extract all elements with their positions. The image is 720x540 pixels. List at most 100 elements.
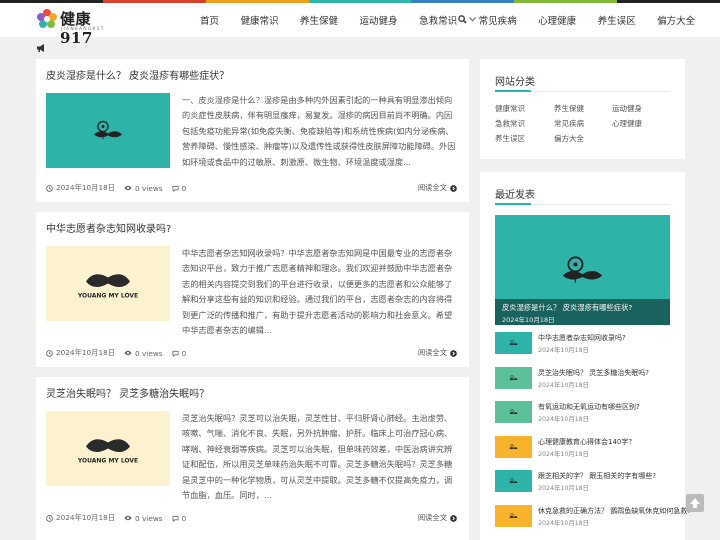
flower-logo-icon (37, 9, 57, 28)
categories-title: 网站分类 (495, 77, 535, 88)
recent-post-item[interactable]: 跟芝相关的字？ 跟玉相关的字有哪些? 2024年10月18日 (495, 470, 670, 494)
nav-item[interactable]: 首页 (200, 13, 219, 27)
site-header: 健康917 JIANKANG917 首页 健康常识 养生保健 运动健身 急救常识 常见疾病… (0, 3, 720, 47)
read-more-label: 阅读全文 (417, 513, 447, 522)
category-link[interactable]: 运动健身 (612, 103, 642, 114)
post-card: 皮炎湿疹是什么？ 皮炎湿疹有哪些症状？ 一、皮炎湿疹是什么？湿疹是由多种内外因素… (36, 59, 469, 202)
recent-post-thumbnail (495, 401, 532, 423)
recent-post-thumbnail (495, 366, 532, 389)
post-views: 0 views (135, 348, 163, 358)
nav-item[interactable]: 心理健康 (538, 13, 576, 27)
post-title[interactable]: 皮炎湿疹是什么？ 皮炎湿疹有哪些症状？ (46, 67, 229, 82)
recent-title: 最近发表 (495, 190, 535, 201)
post-date: 2024年10月18日 (56, 183, 116, 192)
featured-post[interactable]: 皮炎湿疹是什么？ 皮炎湿疹有哪些症状? 2024年10月18日 (495, 215, 670, 325)
recent-post-item[interactable]: 休克急救的正确方法？ 鹦鹉鱼缺氧休克如何急救? 2024年10月18日 (495, 504, 691, 529)
chevron-circle-right-icon (450, 184, 457, 192)
recent-post-date: 2024年10月18日 (538, 450, 589, 458)
recent-posts-widget: 最近发表 皮炎湿疹是什么？ 皮炎湿疹有哪些症状? 2024年10月18日 中华志… (480, 172, 691, 540)
post-meta: 2024年10月18日 0 views 0 (46, 183, 195, 193)
post-meta: 2024年10月18日 0 views 0 (46, 513, 195, 523)
post-views: 0 views (135, 513, 163, 523)
clock-icon (46, 184, 53, 192)
post-comments: 0 (181, 513, 187, 523)
category-link[interactable]: 养生误区 (495, 133, 525, 144)
svg-text:YOUANG MY LOVE: YOUANG MY LOVE (77, 293, 138, 300)
eye-icon (124, 185, 132, 191)
nav-item[interactable]: 急救常识 (419, 13, 457, 27)
recent-post-thumbnail (495, 435, 532, 458)
post-excerpt: 中华志愿者杂志知网收录吗？中华志愿者杂志知网是中国最专业的志愿者杂志知识平台，致… (182, 248, 453, 336)
recent-post-title: 跟芝相关的字？ 跟玉相关的字有哪些? (538, 472, 656, 480)
search-icon (458, 15, 467, 24)
recent-post-item[interactable]: 心理健康教育心得体会140字? 2024年10月18日 (495, 435, 670, 460)
recent-post-thumbnail (495, 470, 532, 492)
category-link[interactable]: 心理健康 (612, 118, 642, 129)
back-to-top-button[interactable] (686, 494, 704, 512)
read-more-label: 阅读全文 (417, 348, 447, 357)
recent-post-thumbnail (495, 332, 532, 354)
recent-post-item[interactable]: 有氧运动和无氧运动有哪些区别? 2024年10月18日 (495, 401, 670, 425)
category-link[interactable]: 急救常识 (495, 118, 525, 129)
nav-item[interactable]: 养生误区 (598, 13, 636, 27)
title-underline (495, 203, 531, 205)
recent-post-date: 2024年10月18日 (538, 485, 589, 492)
recent-post-title: 中华志愿者杂志知网收录吗? (538, 334, 626, 342)
recent-post-date: 2024年10月18日 (538, 347, 589, 354)
post-date: 2024年10月18日 (56, 348, 116, 357)
post-title[interactable]: 中华志愿者杂志知网收录吗? (46, 220, 171, 235)
chevron-circle-right-icon (450, 349, 457, 357)
read-more-link[interactable]: 阅读全文 (418, 348, 457, 358)
category-link[interactable]: 常见疾病 (554, 118, 584, 129)
clock-icon (46, 349, 53, 357)
category-link[interactable]: 养生保健 (554, 103, 584, 114)
svg-text:YOUANG MY LOVE: YOUANG MY LOVE (77, 458, 138, 465)
read-more-link[interactable]: 阅读全文 (418, 513, 457, 523)
post-comments: 0 (181, 183, 187, 193)
recent-post-title: 休克急救的正确方法？ 鹦鹉鱼缺氧休克如何急救? (538, 506, 691, 515)
nav-item[interactable]: 运动健身 (360, 13, 398, 27)
recent-post-thumbnail (495, 504, 532, 527)
nav-item[interactable]: 健康常识 (241, 13, 279, 27)
site-subtitle: JIANKANG917 (61, 27, 105, 32)
recent-post-date: 2024年10月18日 (538, 381, 589, 389)
post-thumbnail[interactable]: YOUANG MY LOVE (46, 246, 170, 321)
category-link[interactable]: 偏方大全 (554, 133, 584, 144)
recent-post-title: 灵芝治失眠吗？ 灵芝多糖治失眠吗? (538, 368, 649, 377)
post-card: 灵芝治失眠吗？ 灵芝多糖治失眠吗？ YOUANG MY LOVE 灵芝治失眠吗？… (36, 377, 469, 540)
chevron-down-icon (469, 17, 476, 22)
comment-icon (172, 515, 179, 522)
eye-icon (124, 515, 132, 521)
read-more-label: 阅读全文 (417, 183, 447, 192)
nav-item[interactable]: 偏方大全 (657, 13, 695, 27)
clock-icon (46, 514, 53, 522)
post-date: 2024年10月18日 (56, 513, 116, 522)
title-underline (495, 90, 531, 92)
chevron-circle-right-icon (450, 514, 457, 522)
post-meta: 2024年10月18日 0 views 0 (46, 348, 195, 358)
read-more-link[interactable]: 阅读全文 (418, 183, 457, 193)
post-excerpt: 灵芝治失眠吗？灵芝可以治失眠，灵芝性甘、平归肝肾心肺经。主治虚劳、咳嗽、气喘、消… (182, 413, 453, 501)
bullhorn-icon (37, 44, 44, 52)
post-card: 中华志愿者杂志知网收录吗? YOUANG MY LOVE 中华志愿者杂志知网收录… (36, 212, 469, 367)
nav-item[interactable]: 养生保健 (300, 13, 338, 27)
featured-date: 2024年10月18日 (502, 316, 555, 324)
post-views: 0 views (135, 183, 163, 193)
site-logo[interactable]: 健康917 JIANKANG917 (36, 7, 116, 47)
post-thumbnail[interactable] (46, 93, 170, 168)
post-excerpt: 一、皮炎湿疹是什么？湿疹是由多种内外因素引起的一种具有明显渗出倾向的炎症性皮肤病… (182, 95, 456, 167)
categories-widget: 网站分类 健康常识 养生保健 运动健身急救常识 常见疾病 心理健康养生误区 偏方大全 (480, 59, 685, 159)
featured-caption: 皮炎湿疹是什么？ 皮炎湿疹有哪些症状? 2024年10月18日 (495, 299, 670, 325)
comment-icon (172, 185, 179, 192)
post-title[interactable]: 灵芝治失眠吗？ 灵芝多糖治失眠吗？ (46, 385, 209, 400)
post-thumbnail[interactable]: YOUANG MY LOVE (46, 411, 170, 486)
arrow-up-icon (690, 498, 700, 508)
nav-item[interactable]: 常见疾病 (479, 13, 517, 27)
nav-search[interactable] (458, 14, 476, 26)
recent-post-item[interactable]: 中华志愿者杂志知网收录吗? 2024年10月18日 (495, 332, 670, 356)
recent-post-item[interactable]: 灵芝治失眠吗？ 灵芝多糖治失眠吗? 2024年10月18日 (495, 366, 670, 391)
recent-post-date: 2024年10月18日 (538, 416, 589, 423)
featured-title: 皮炎湿疹是什么？ 皮炎湿疹有哪些症状? (502, 303, 633, 312)
category-link[interactable]: 健康常识 (495, 103, 525, 114)
recent-post-date: 2024年10月18日 (538, 519, 589, 527)
